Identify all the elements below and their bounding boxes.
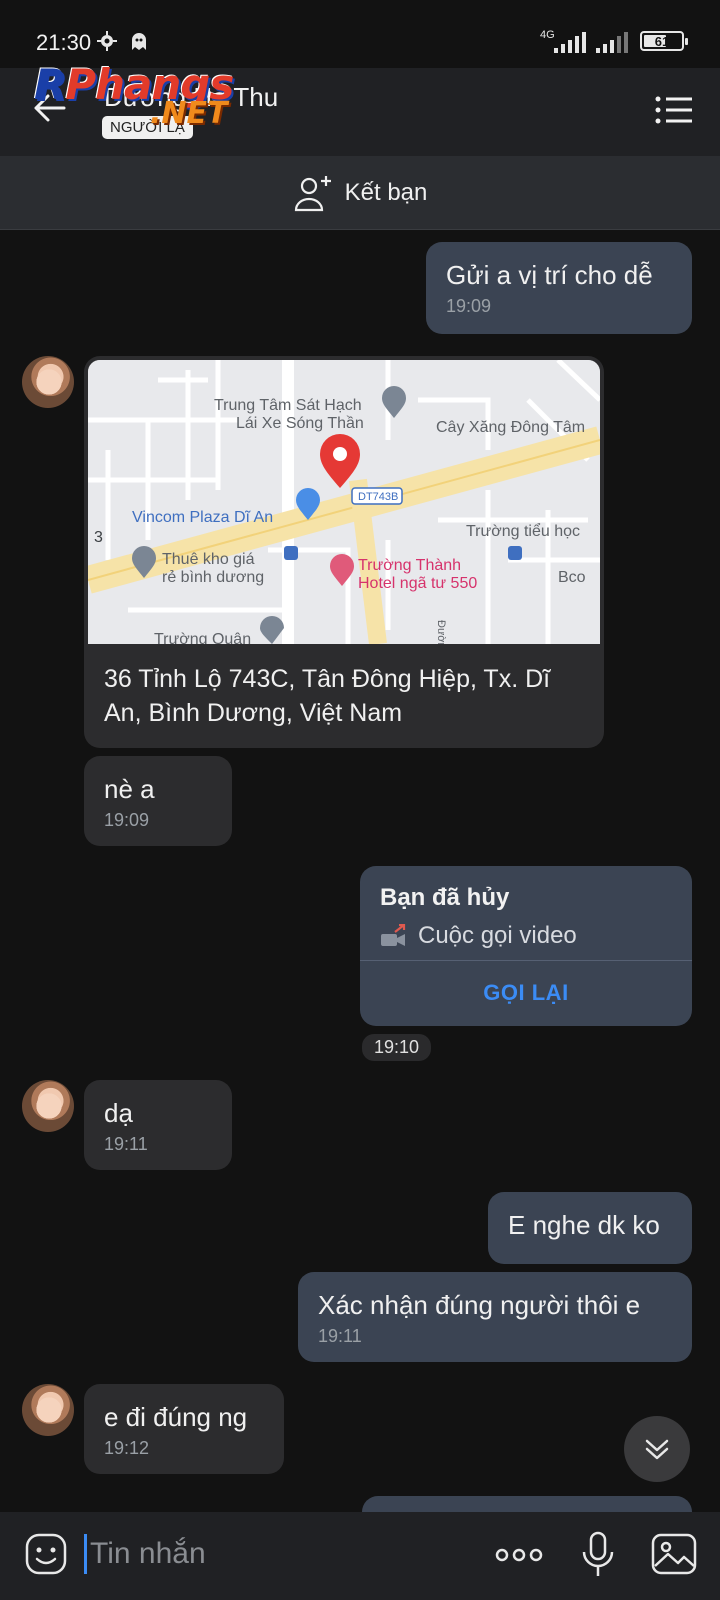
map-label-warehouse2: rẻ bình dương	[162, 569, 264, 586]
menu-list-icon[interactable]	[654, 94, 694, 126]
add-friend-button[interactable]: Kết bạn	[0, 156, 720, 230]
signal-icon	[596, 32, 628, 53]
message-text: nè a	[104, 774, 155, 804]
microphone-icon[interactable]	[578, 1530, 618, 1580]
image-gallery-icon[interactable]	[650, 1532, 698, 1576]
network-label: 4G	[540, 29, 555, 41]
battery-icon: 61	[640, 31, 688, 51]
map-label-num: 3	[94, 529, 103, 546]
map-drawing: DT743B Trung Tâm Sát Hạch Lái Xe Sóng Th…	[88, 360, 600, 644]
map-label-bottom: Trường Quân	[154, 631, 251, 644]
call-type-label: Cuộc gọi video	[418, 922, 577, 949]
call-back-button[interactable]: GỌI LẠI	[360, 980, 692, 1006]
message-time: 19:11	[318, 1326, 362, 1346]
status-time: 21:30	[36, 30, 92, 55]
double-chevron-down-icon	[645, 1439, 669, 1460]
more-options-icon[interactable]	[494, 1540, 544, 1570]
call-divider	[360, 960, 692, 961]
add-user-icon	[294, 175, 331, 211]
map-road-label: DT743B	[358, 491, 398, 503]
add-friend-label: Kết bạn	[344, 178, 428, 206]
map-label-center: Trung Tâm Sát Hạch	[214, 397, 362, 414]
map-label-gas: Cây Xăng Đông Tâm	[436, 419, 585, 436]
message-outgoing[interactable]: Xác nhận đúng người thôi e 19:11	[298, 1272, 692, 1362]
chat-header: Dương Hà Thu NGƯỜI LẠ RPhangs .NET	[0, 60, 720, 156]
contact-avatar[interactable]	[22, 1080, 74, 1132]
text-caret	[84, 1534, 87, 1574]
message-outgoing[interactable]: Gửi a vị trí cho dễ 19:09	[426, 242, 692, 334]
missed-video-call-icon	[381, 924, 406, 946]
map-label-school: Trường tiểu học	[466, 522, 580, 540]
call-type: Cuộc gọi video	[380, 922, 577, 950]
status-notification-icons	[96, 30, 150, 52]
message-time: 19:09	[446, 296, 492, 316]
battery-percent: 61	[654, 33, 670, 49]
call-message[interactable]: Bạn đã hủy Cuộc gọi video GỌI LẠI	[360, 866, 692, 1026]
signal-4g-icon: 4G	[540, 29, 586, 53]
status-bar: 21:30 4G 61	[0, 0, 720, 68]
map-label-warehouse1: Thuê kho giá	[162, 551, 255, 568]
contact-avatar[interactable]	[22, 356, 74, 408]
map-label-hotel2: Hotel ngã tư 550	[358, 575, 477, 592]
message-text: Gửi a vị trí cho dễ	[446, 260, 653, 290]
location-message[interactable]: DT743B Trung Tâm Sát Hạch Lái Xe Sóng Th…	[84, 356, 604, 748]
message-text: dạ	[104, 1098, 133, 1128]
emoji-sticker-icon[interactable]	[24, 1532, 68, 1576]
message-incoming[interactable]: nè a 19:09	[84, 756, 232, 846]
call-timestamp: 19:10	[362, 1034, 432, 1061]
message-incoming[interactable]: dạ 19:11	[84, 1080, 232, 1170]
contact-avatar[interactable]	[22, 1384, 74, 1436]
map-label-vincom: Vincom Plaza Dĩ An	[132, 509, 273, 526]
message-incoming[interactable]: e đi đúng ng 19:12	[84, 1384, 284, 1474]
message-time: 19:11	[104, 1134, 148, 1154]
message-text: Xác nhận đúng người thôi e	[318, 1290, 641, 1320]
message-time: 19:09	[104, 810, 150, 830]
message-text: e đi đúng ng	[104, 1402, 248, 1432]
map-label-duong: Đường	[435, 620, 447, 644]
status-system-icons: 4G 61	[540, 28, 688, 54]
location-address: 36 Tỉnh Lộ 743C, Tân Đông Hiệp, Tx. Dĩ A…	[104, 665, 551, 727]
message-input[interactable]	[90, 1530, 460, 1578]
map-thumbnail[interactable]: DT743B Trung Tâm Sát Hạch Lái Xe Sóng Th…	[88, 360, 600, 644]
message-time: 19:12	[104, 1438, 150, 1458]
settings-notification-icon	[97, 31, 117, 51]
message-text: E nghe dk ko	[508, 1210, 660, 1240]
map-label-bco: Bco	[558, 569, 586, 586]
ghost-notification-icon	[132, 33, 146, 50]
message-outgoing[interactable]: E nghe dk ko	[488, 1192, 692, 1264]
watermark-net: .NET	[150, 96, 228, 131]
call-status: Bạn đã hủy	[380, 884, 510, 911]
message-input-bar	[0, 1512, 720, 1600]
map-label-center2: Lái Xe Sóng Thần	[236, 415, 364, 432]
map-label-hotel1: Trường Thành	[358, 557, 461, 574]
scroll-to-bottom-button[interactable]	[624, 1416, 690, 1482]
